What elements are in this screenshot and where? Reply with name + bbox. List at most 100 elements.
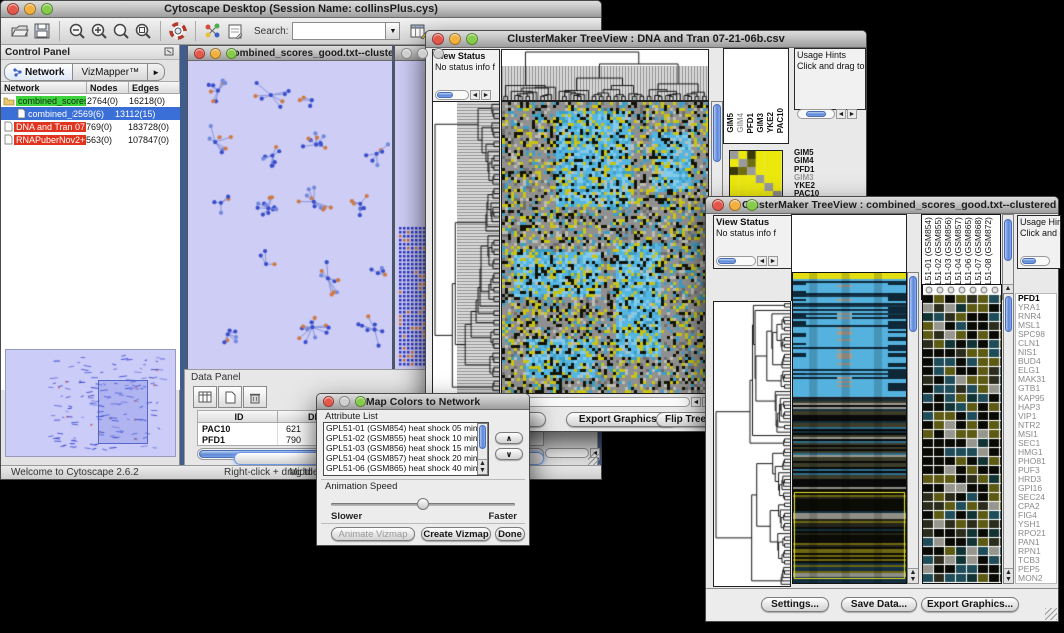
column-label[interactable]: PAC10 [776, 108, 785, 133]
network-a-titlebar[interactable]: combined_scores_good.txt--cluste... [188, 46, 392, 61]
arrow-left-icon[interactable]: ◄ [836, 109, 846, 119]
zoom-in-button[interactable] [88, 21, 110, 41]
treeview1-titlebar[interactable]: ClusterMaker TreeView : DNA and Tran 07-… [426, 31, 866, 48]
minimize-button[interactable] [417, 48, 428, 59]
column-label[interactable]: GIM3 [756, 113, 765, 133]
minimize-button[interactable] [210, 48, 221, 59]
column-label[interactable]: GIM4 [736, 113, 745, 133]
column-header-nodes[interactable]: Nodes [87, 81, 129, 94]
scrollbar-thumb[interactable] [713, 104, 721, 162]
gene-label[interactable]: MON2 [1018, 574, 1056, 583]
scrollbar-thumb[interactable] [1004, 219, 1012, 261]
overview-viewport-rect[interactable] [98, 380, 148, 444]
column-label[interactable]: PFD1 [746, 113, 755, 133]
zoom-heatmap[interactable] [730, 151, 782, 199]
attribute-list-vscrollbar[interactable]: ▲▼ [477, 423, 488, 475]
vizmapper-button[interactable] [202, 21, 224, 41]
column-header-id[interactable]: ID [198, 411, 278, 423]
scrollbar-thumb[interactable] [1005, 296, 1012, 332]
network-row[interactable]: RNAPuberNov2+ 563(0) 107847(0) [1, 133, 180, 146]
annotation-button[interactable] [224, 21, 246, 41]
close-button[interactable] [401, 48, 412, 59]
attribute-item[interactable]: GPL51-02 (GSM855) heat shock 10 min [324, 433, 488, 443]
zoom-selected-button[interactable] [132, 21, 154, 41]
done-button[interactable]: Done [495, 527, 525, 541]
network-overview-panel[interactable] [5, 349, 176, 457]
scrollbar-track[interactable] [545, 448, 589, 458]
zoom-button[interactable] [41, 3, 53, 15]
gene-dendrogram[interactable] [714, 302, 790, 586]
column-label[interactable]: YKE2 [766, 112, 775, 133]
close-button[interactable] [7, 3, 19, 15]
save-data-button[interactable]: Save Data... [841, 597, 917, 612]
slider-thumb[interactable] [417, 498, 429, 510]
status-scrollbar[interactable]: ◄ ► [435, 90, 491, 100]
arrow-right-icon[interactable]: ► [481, 90, 491, 100]
zoom-fit-button[interactable] [110, 21, 132, 41]
gene-dendrogram[interactable] [433, 102, 499, 393]
attribute-item[interactable]: GPL51-04 (GSM857) heat shock 20 min [324, 453, 488, 463]
zoom-button[interactable] [226, 48, 237, 59]
scrollbar-thumb[interactable] [806, 111, 826, 117]
main-titlebar[interactable]: Cytoscape Desktop (Session Name: collins… [1, 1, 601, 18]
minimize-button[interactable] [449, 33, 461, 45]
overview-thumbnail[interactable] [6, 350, 175, 456]
heatmap-vscrollbar[interactable]: ▲▼ [907, 272, 919, 584]
dialog-titlebar[interactable]: Map Colors to Network [317, 394, 529, 410]
scrollbar-thumb[interactable] [479, 425, 486, 449]
create-vizmap-button[interactable]: Create Vizmap [421, 527, 491, 541]
network-view-canvas[interactable] [188, 61, 390, 369]
close-button[interactable] [323, 396, 334, 407]
global-heatmap[interactable] [793, 273, 906, 583]
move-down-button[interactable]: ∨ [495, 448, 523, 460]
save-session-button[interactable] [31, 21, 53, 41]
status-scrollbar[interactable]: ◄ ► [716, 256, 778, 266]
scrollbar-thumb[interactable] [909, 276, 917, 332]
close-button[interactable] [194, 48, 205, 59]
move-up-button[interactable]: ∧ [495, 432, 523, 444]
zoom-button[interactable] [355, 396, 366, 407]
gene-list-vscrollbar[interactable]: ▲▼ [1003, 293, 1014, 584]
minimize-button[interactable] [729, 199, 741, 211]
scrollbar-thumb[interactable] [718, 258, 736, 264]
scrollbar-thumb[interactable] [437, 92, 453, 98]
help-button[interactable] [167, 21, 189, 41]
delete-attribute-button[interactable] [243, 386, 267, 408]
usage-scrollbar[interactable] [1020, 256, 1050, 266]
array-dendrogram[interactable] [502, 50, 708, 100]
arrow-left-icon[interactable]: ◄ [691, 397, 701, 407]
resize-grip[interactable] [1045, 608, 1057, 620]
zoom-heatmap[interactable] [923, 285, 1001, 583]
tab-overflow-button[interactable]: ► [148, 63, 165, 81]
array-dendrogram-panel[interactable] [501, 49, 709, 101]
attribute-item[interactable]: GPL51-06 (GSM865) heat shock 40 min [324, 463, 488, 473]
minimize-button[interactable] [339, 396, 350, 407]
gene-dendrogram-panel[interactable] [713, 301, 791, 587]
open-session-button[interactable] [9, 21, 31, 41]
attribute-item[interactable]: GPL51-03 (GSM856) heat shock 15 min [324, 443, 488, 453]
scroll-arrows[interactable]: ▲▼ [478, 459, 487, 474]
scrollbar-thumb[interactable] [1022, 258, 1036, 264]
minimize-button[interactable] [24, 3, 36, 15]
zoom-button[interactable] [466, 33, 478, 45]
new-attribute-button[interactable] [218, 386, 242, 408]
treeview2-titlebar[interactable]: ClusterMaker TreeView : combined_scores_… [706, 197, 1058, 214]
search-dropdown-button[interactable]: ▼ [386, 22, 400, 40]
zoom-hscrollbar[interactable]: ◄ ► [797, 109, 857, 119]
tab-vizmapper[interactable]: VizMapper™ [73, 63, 148, 81]
network-row[interactable]: DNA and Tran 07 769(0) 183728(0) [1, 120, 180, 133]
arrow-left-icon[interactable]: ◄ [470, 90, 480, 100]
animate-vizmap-button[interactable]: Animate Vizmap [331, 527, 415, 541]
gene-dendrogram-panel[interactable] [432, 101, 500, 394]
global-heatmap[interactable] [502, 102, 708, 393]
zoom-button[interactable] [433, 48, 444, 59]
attribute-item[interactable]: GPL51-01 (GSM854) heat shock 05 min [324, 423, 488, 433]
column-header-edges[interactable]: Edges [129, 81, 180, 94]
labels-vscrollbar[interactable]: ▲▼ [1002, 214, 1014, 300]
export-graphics-button[interactable]: Export Graphics... [921, 597, 1019, 612]
scroll-arrows[interactable]: ▲▼ [1004, 568, 1013, 583]
zoom-out-button[interactable] [66, 21, 88, 41]
animation-speed-slider[interactable] [331, 503, 515, 506]
settings-button[interactable]: Settings... [761, 597, 829, 612]
arrow-right-icon[interactable]: ► [768, 256, 778, 266]
